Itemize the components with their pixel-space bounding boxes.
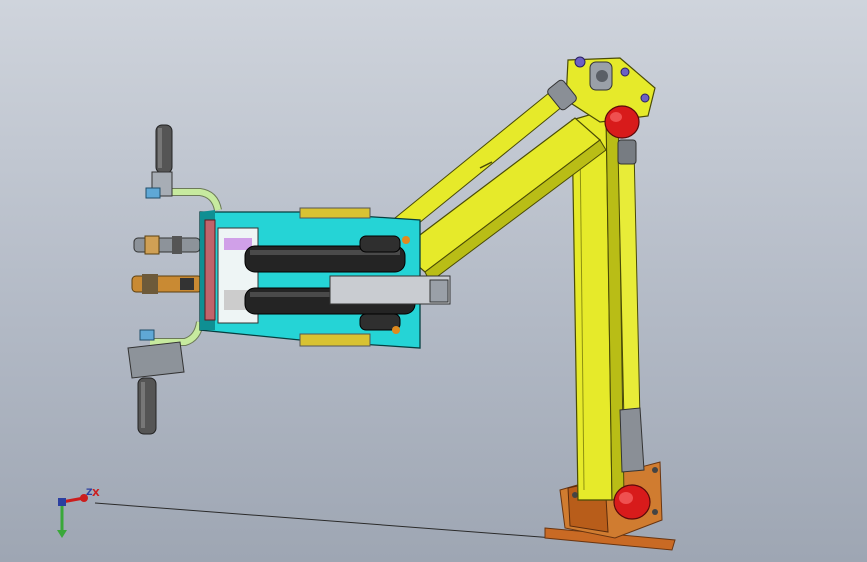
upper-control-handle bbox=[145, 124, 173, 199]
strut-top-fitting bbox=[617, 139, 637, 165]
fitting-lower bbox=[392, 326, 400, 334]
valve-lower bbox=[131, 274, 203, 294]
gripper-side-plate bbox=[204, 219, 216, 321]
ground-reference-line bbox=[94, 502, 581, 541]
lower-control-handle bbox=[127, 329, 185, 435]
cad-3d-viewport[interactable]: Z X bbox=[0, 0, 867, 562]
triad-x-label: X bbox=[92, 488, 100, 499]
pneumatic-pipe-lower bbox=[150, 321, 204, 346]
fitting-upper bbox=[402, 236, 410, 244]
lower-pivot-cap bbox=[613, 484, 651, 520]
upper-pivot-cap bbox=[604, 105, 640, 139]
coordinate-triad-icon bbox=[57, 494, 88, 538]
slide-rod bbox=[329, 275, 451, 305]
valve-upper bbox=[133, 235, 201, 255]
rear-gas-strut bbox=[617, 139, 645, 473]
balancer-arm-3d-model[interactable] bbox=[0, 0, 867, 562]
